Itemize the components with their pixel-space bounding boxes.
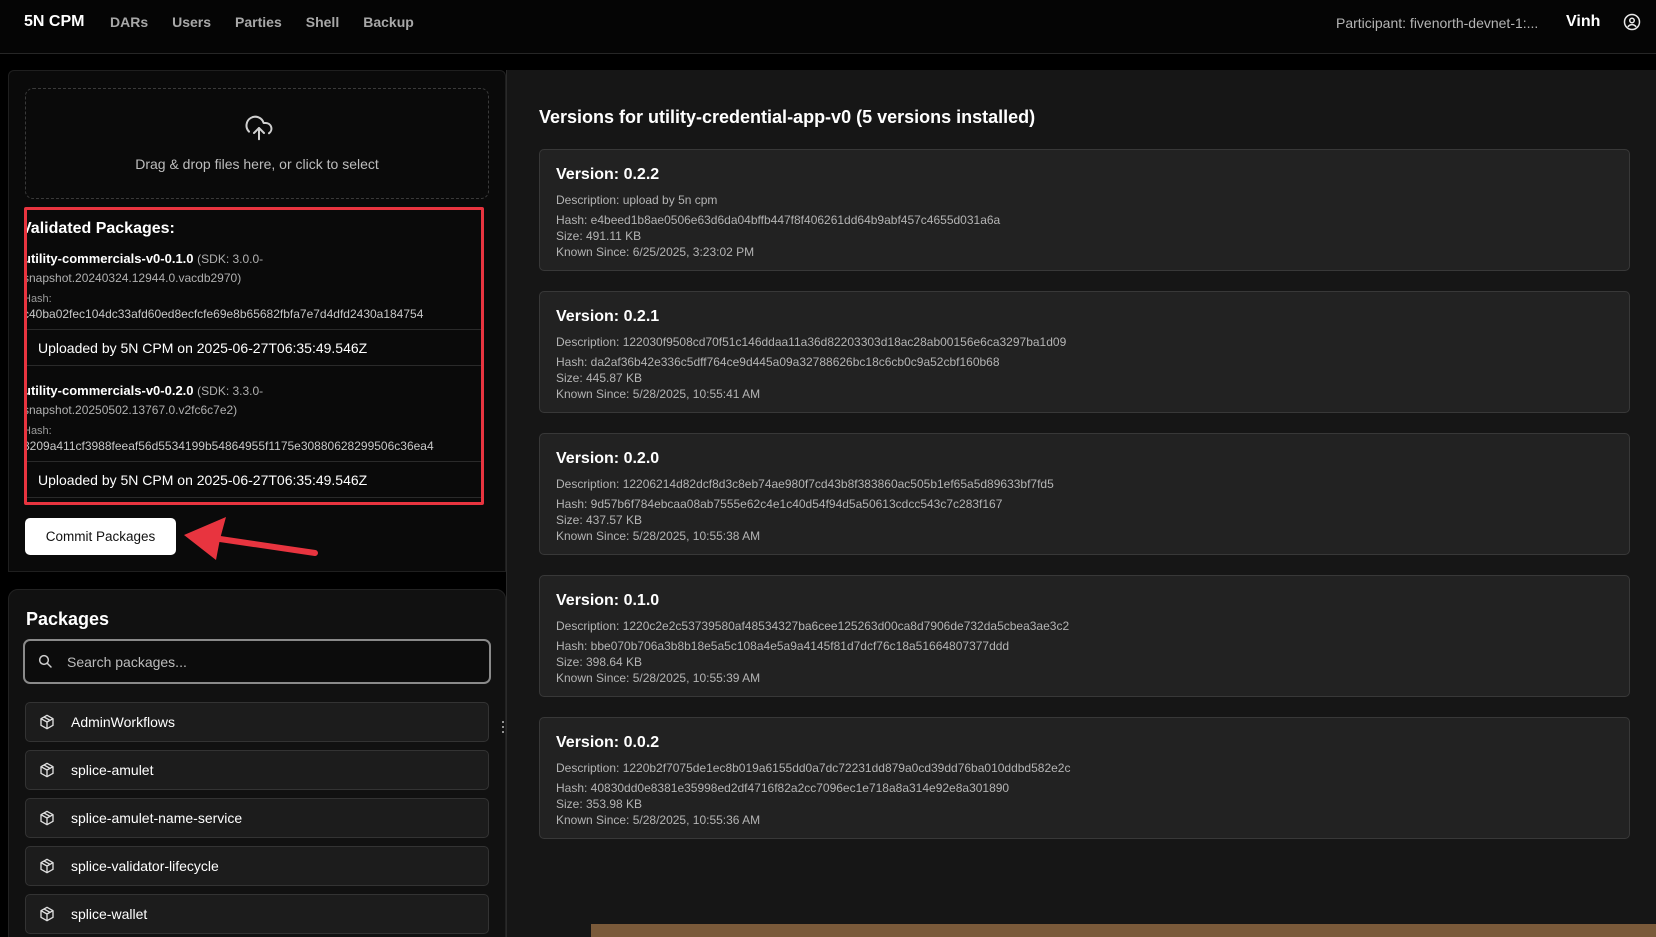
package-list-item[interactable]: splice-validator-lifecycle [25, 846, 489, 886]
validated-package-sdk-cont: snapshot.20240324.12944.0.vacdb2970) [24, 271, 242, 285]
nav-link-users[interactable]: Users [172, 14, 211, 30]
version-hash: Hash: e4beed1b8ae0506e63d6da04bffb447f8f… [556, 213, 1001, 227]
version-hash: Hash: da2af36b42e336c5dff764ce9d445a09a3… [556, 355, 1000, 369]
version-size: Size: 437.57 KB [556, 513, 643, 527]
validated-package-hash-label: Hash: [24, 425, 52, 437]
version-number: Version: 0.2.0 [556, 450, 660, 467]
brand-logo[interactable]: 5N CPM [24, 13, 84, 31]
nav-link-backup[interactable]: Backup [363, 14, 414, 30]
validated-package-name: utility-commercials-v0-0.2.0 [24, 383, 194, 398]
version-number: Version: 0.2.1 [556, 308, 660, 325]
package-icon [40, 858, 54, 874]
nav-link-shell[interactable]: Shell [306, 14, 339, 30]
version-known-since: Known Since: 5/28/2025, 10:55:36 AM [556, 813, 761, 827]
version-size: Size: 353.98 KB [556, 797, 643, 811]
participant-label[interactable]: Participant: fivenorth-devnet-1:... [1336, 15, 1538, 31]
username: Vinh [1566, 13, 1601, 30]
validated-package-upload-info: Uploaded by 5N CPM on 2025-06-27T06:35:4… [27, 461, 481, 498]
upload-info-text: Uploaded by 5N CPM on 2025-06-27T06:35:4… [38, 340, 368, 356]
annotation-arrow-icon [184, 517, 318, 560]
version-hash: Hash: 9d57b6f784ebcaa08ab7555e62c4e1c40d… [556, 497, 1003, 511]
commit-packages-button[interactable]: Commit Packages [25, 518, 176, 555]
package-name: splice-amulet-name-service [71, 810, 243, 826]
validated-package-sdk: (SDK: 3.0.0- [197, 252, 264, 266]
version-card: Version: 0.0.2 Description: 1220b2f7075d… [539, 717, 1630, 839]
version-card: Version: 0.2.2 Description: upload by 5n… [539, 149, 1630, 271]
search-icon [38, 654, 52, 668]
version-known-since: Known Since: 5/28/2025, 10:55:41 AM [556, 387, 761, 401]
version-known-since: Known Since: 5/28/2025, 10:55:38 AM [556, 529, 761, 543]
dropzone-text: Drag & drop files here, or click to sele… [135, 156, 379, 172]
validated-package-name: utility-commercials-v0-0.1.0 [24, 251, 194, 266]
package-list-item[interactable]: AdminWorkflows [25, 702, 489, 742]
search-box [23, 639, 491, 684]
package-icon [40, 762, 54, 778]
validated-package-sdk: (SDK: 3.3.0- [197, 384, 264, 398]
upload-info-text: Uploaded by 5N CPM on 2025-06-27T06:35:4… [38, 472, 368, 488]
versions-title: Versions for utility-credential-app-v0 (… [539, 107, 1036, 127]
version-card: Version: 0.2.0 Description: 12206214d82d… [539, 433, 1630, 555]
version-size: Size: 445.87 KB [556, 371, 643, 385]
package-icon [40, 810, 54, 826]
package-name: AdminWorkflows [71, 714, 175, 730]
validated-package-hash: 8209a411cf3988feeaf56d5534199b54864955f1… [24, 439, 434, 453]
packages-title: Packages [26, 609, 110, 629]
validated-packages-title: Validated Packages: [24, 220, 175, 237]
package-list-item[interactable]: splice-amulet-name-service [25, 798, 489, 838]
version-known-since: Known Since: 5/28/2025, 10:55:39 AM [556, 671, 761, 685]
package-name: splice-wallet [71, 906, 148, 922]
version-number: Version: 0.1.0 [556, 592, 660, 609]
file-dropzone[interactable]: Drag & drop files here, or click to sele… [25, 88, 489, 199]
version-card: Version: 0.2.1 Description: 122030f9508c… [539, 291, 1630, 413]
version-number: Version: 0.2.2 [556, 166, 660, 183]
desktop-background-strip [591, 924, 1656, 937]
validated-package-sdk-cont: snapshot.20250502.13767.0.v2fc6c7e2) [24, 403, 238, 417]
user-circle-icon[interactable] [1623, 13, 1641, 31]
package-list-item[interactable]: splice-wallet [25, 894, 489, 934]
cloud-upload-icon [245, 115, 273, 141]
version-size: Size: 491.11 KB [556, 229, 642, 243]
version-number: Version: 0.0.2 [556, 734, 660, 751]
version-known-since: Known Since: 6/25/2025, 3:23:02 PM [556, 245, 755, 259]
package-name: splice-validator-lifecycle [71, 858, 219, 874]
version-size: Size: 398.64 KB [556, 655, 643, 669]
version-description: Description: 12206214d82dcf8d3c8eb74ae98… [556, 477, 1054, 491]
version-description: Description: upload by 5n cpm [556, 193, 718, 207]
nav-link-parties[interactable]: Parties [235, 14, 282, 30]
nav-links: DARs Users Parties Shell Backup [110, 14, 438, 30]
nav-link-dars[interactable]: DARs [110, 14, 148, 30]
validated-packages-highlight: Validated Packages: utility-commercials-… [24, 207, 484, 505]
package-list-item[interactable]: splice-amulet [25, 750, 489, 790]
version-hash: Hash: 40830dd0e8381e35998ed2df4716f82a2c… [556, 781, 1010, 795]
version-card: Version: 0.1.0 Description: 1220c2e2c537… [539, 575, 1630, 697]
package-name: splice-amulet [71, 762, 154, 778]
search-input[interactable] [67, 650, 477, 674]
version-description: Description: 122030f9508cd70f51c146ddaa1… [556, 335, 1067, 349]
package-icon [40, 714, 54, 730]
version-description: Description: 1220c2e2c53739580af48534327… [556, 619, 1070, 633]
validated-package-hash-label: Hash: [24, 293, 52, 305]
validated-package-upload-info: Uploaded by 5N CPM on 2025-06-27T06:35:4… [27, 329, 481, 366]
version-hash: Hash: bbe070b706a3b8b18e5a5c108a4e5a9a41… [556, 639, 1010, 653]
version-description: Description: 1220b2f7075de1ec8b019a6155d… [556, 761, 1071, 775]
validated-package-hash: c40ba02fec104dc33afd60ed8ecfcfe69e8b6568… [24, 307, 424, 321]
package-icon [40, 906, 54, 922]
top-navbar: 5N CPM DARs Users Parties Shell Backup P… [0, 0, 1656, 54]
